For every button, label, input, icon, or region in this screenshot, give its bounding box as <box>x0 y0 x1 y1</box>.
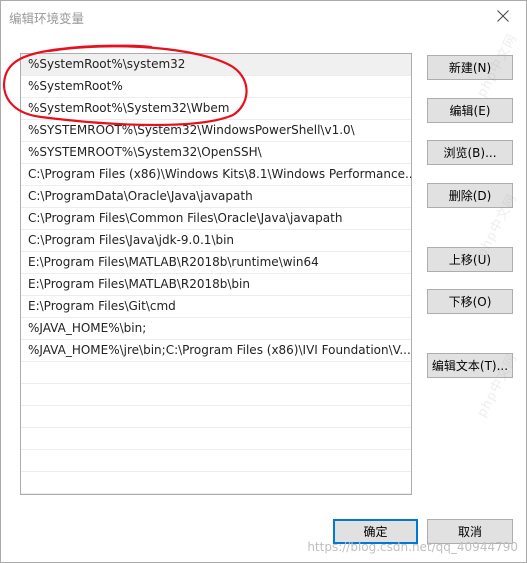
path-list-item[interactable]: %SYSTEMROOT%\System32\WindowsPowerShell\… <box>21 120 411 142</box>
path-list-item[interactable]: %JAVA_HOME%\bin; <box>21 318 411 340</box>
empty-list-row[interactable] <box>21 428 411 450</box>
path-list-item[interactable]: %SYSTEMROOT%\System32\OpenSSH\ <box>21 142 411 164</box>
close-button[interactable] <box>480 1 526 31</box>
path-list-item[interactable]: %SystemRoot%\system32 <box>21 54 411 76</box>
path-list-item[interactable]: %JAVA_HOME%\jre\bin;C:\Program Files (x8… <box>21 340 411 362</box>
move-down-button[interactable]: 下移(O) <box>427 289 513 314</box>
title-bar: 编辑环境变量 <box>1 1 526 31</box>
path-list-item[interactable]: C:\Program Files\Common Files\Oracle\Jav… <box>21 208 411 230</box>
empty-list-row[interactable] <box>21 450 411 472</box>
dialog-title: 编辑环境变量 <box>9 11 85 26</box>
empty-list-row[interactable] <box>21 472 411 494</box>
empty-list-row[interactable] <box>21 406 411 428</box>
edit-button[interactable]: 编辑(E) <box>427 98 513 123</box>
path-list-item[interactable]: E:\Program Files\MATLAB\R2018b\bin <box>21 274 411 296</box>
path-list-item[interactable]: C:\Program Files\Java\jdk-9.0.1\bin <box>21 230 411 252</box>
empty-list-row[interactable] <box>21 362 411 384</box>
browse-button[interactable]: 浏览(B)... <box>427 140 513 165</box>
path-list-item[interactable]: C:\ProgramData\Oracle\Java\javapath <box>21 186 411 208</box>
close-icon <box>497 10 509 22</box>
edit-env-variable-dialog: 编辑环境变量 %SystemRoot%\system32 %SystemRoot… <box>0 0 527 563</box>
empty-list-row[interactable] <box>21 384 411 406</box>
path-list-item[interactable]: E:\Program Files\Git\cmd <box>21 296 411 318</box>
path-list-item[interactable]: C:\Program Files (x86)\Windows Kits\8.1\… <box>21 164 411 186</box>
blog-url-watermark: https://blog.csdn.net/qq_40944790 <box>307 540 518 554</box>
path-list[interactable]: %SystemRoot%\system32 %SystemRoot% %Syst… <box>20 53 412 495</box>
path-list-item[interactable]: %SystemRoot%\System32\Wbem <box>21 98 411 120</box>
path-list-item[interactable]: %SystemRoot% <box>21 76 411 98</box>
path-list-item[interactable]: E:\Program Files\MATLAB\R2018b\runtime\w… <box>21 252 411 274</box>
